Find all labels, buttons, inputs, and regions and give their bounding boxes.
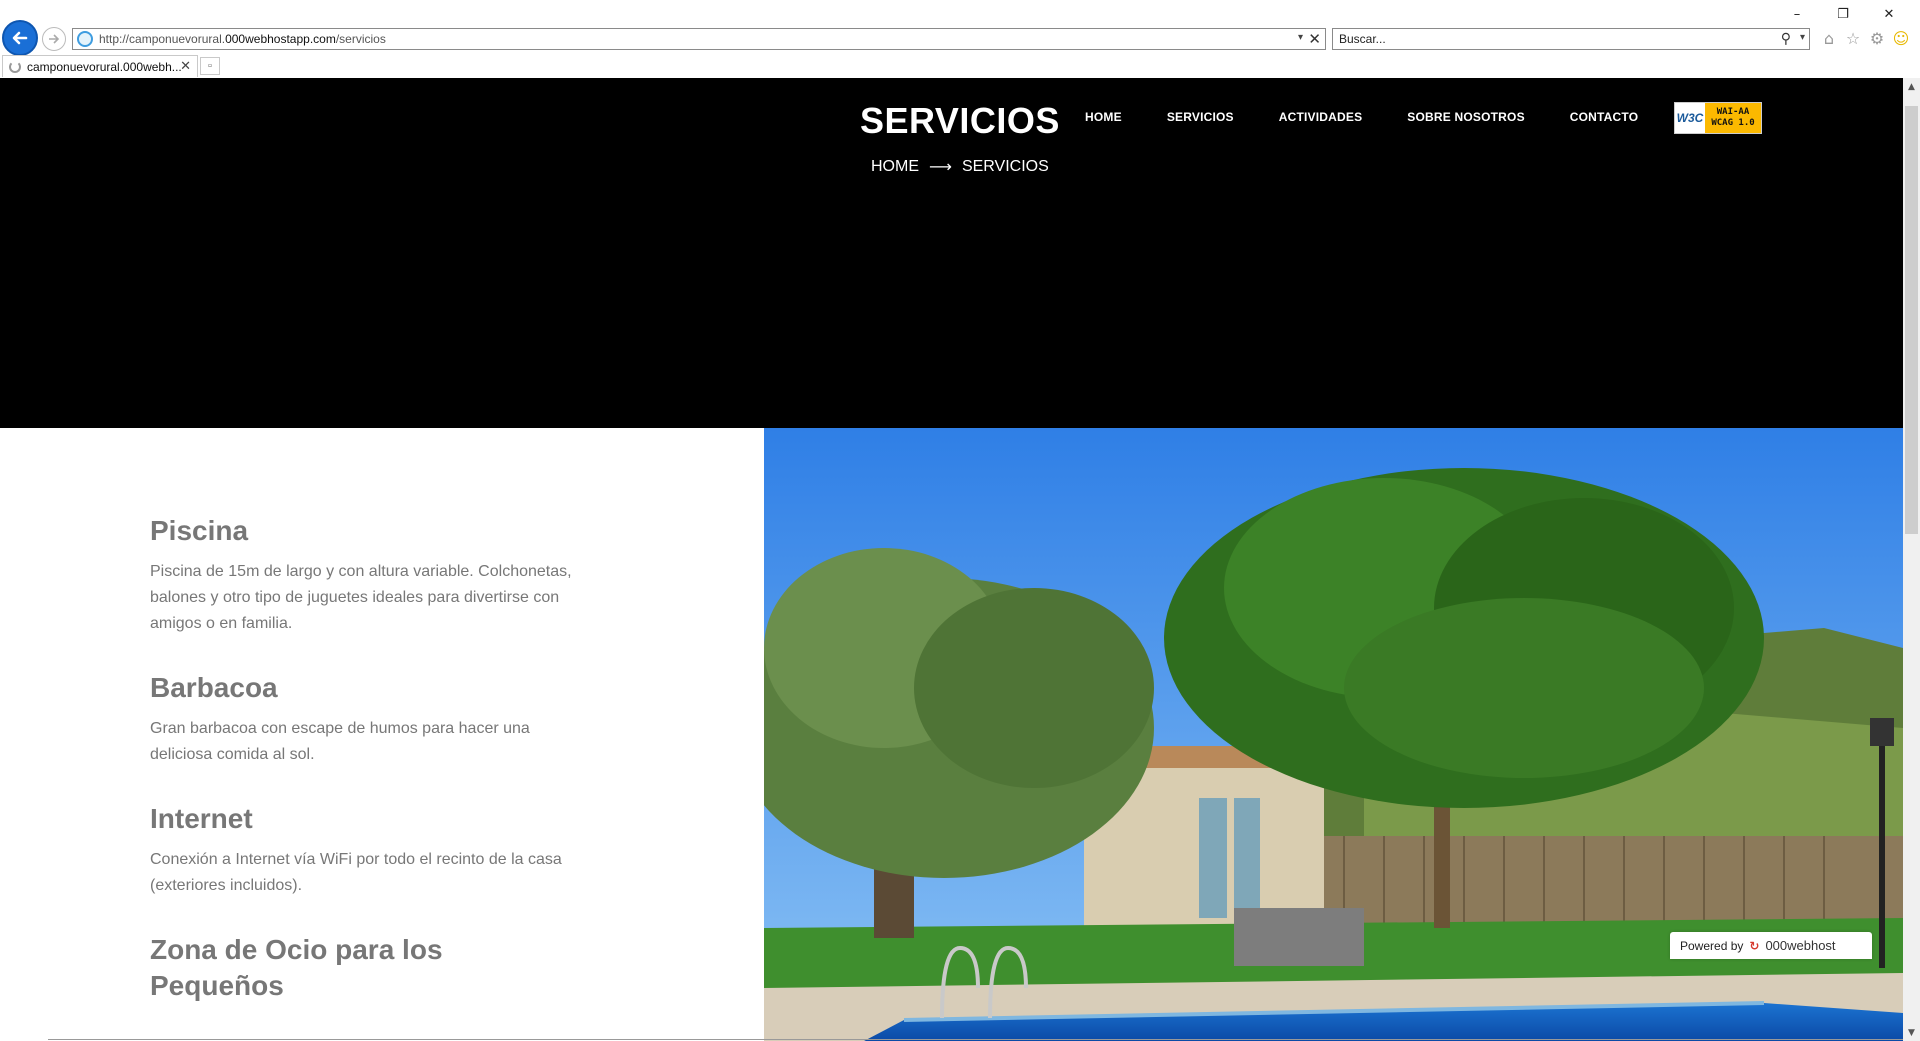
horizontal-scroll-edge bbox=[48, 1039, 1903, 1040]
arrow-right-icon: ⟶ bbox=[929, 157, 952, 176]
restore-button[interactable]: ❐ bbox=[1820, 4, 1866, 24]
powered-by-badge[interactable]: Powered by ↻ 000webhost bbox=[1670, 932, 1872, 959]
stop-icon[interactable]: ✕ bbox=[1308, 30, 1321, 48]
service-title: Barbacoa bbox=[150, 672, 278, 703]
wcag-line2: WCAG 1.0 bbox=[1711, 118, 1755, 128]
hero-header: SERVICIOS HOME ⟶ SERVICIOS HOME SERVICIO… bbox=[0, 78, 1903, 428]
scrollbar-thumb[interactable] bbox=[1905, 106, 1918, 534]
gear-icon[interactable]: ⚙ bbox=[1868, 28, 1886, 48]
service-text: Conexión a Internet vía WiFi por todo el… bbox=[150, 851, 562, 894]
back-button[interactable] bbox=[2, 20, 38, 56]
service-title: Zona de Ocio para los Pequeños bbox=[150, 934, 443, 1001]
loading-icon bbox=[9, 60, 21, 73]
browser-chrome: – ❐ ✕ http://camponuevorural.000webhosta… bbox=[0, 0, 1920, 78]
breadcrumb-home-link[interactable]: HOME bbox=[871, 158, 919, 176]
page-viewport: SERVICIOS HOME ⟶ SERVICIOS HOME SERVICIO… bbox=[0, 78, 1903, 1041]
search-icon[interactable]: ⚲ bbox=[1781, 30, 1791, 47]
search-dropdown-icon[interactable]: ▾ bbox=[1800, 32, 1805, 43]
window-controls: – ❐ ✕ bbox=[1774, 4, 1912, 24]
nav-home[interactable]: HOME bbox=[1085, 110, 1122, 124]
w3c-wai-aa-badge[interactable]: W3C WAI-AA WCAG 1.0 bbox=[1674, 102, 1762, 134]
new-tab-icon: ▫ bbox=[208, 60, 212, 72]
star-icon[interactable]: ☆ bbox=[1844, 28, 1862, 48]
nav-sobre-nosotros[interactable]: SOBRE NOSOTROS bbox=[1407, 110, 1524, 124]
service-item: Zona de Ocio para los Pequeños bbox=[150, 932, 470, 1014]
smiley-icon[interactable]: ☺ bbox=[1892, 28, 1910, 48]
scroll-down-icon[interactable]: ▼ bbox=[1903, 1024, 1920, 1041]
breadcrumb-current: SERVICIOS bbox=[961, 157, 1049, 175]
vertical-scrollbar[interactable]: ▲ ▼ bbox=[1903, 78, 1920, 1041]
minimize-button[interactable]: – bbox=[1774, 4, 1820, 24]
page-title: SERVICIOS bbox=[860, 100, 1060, 141]
service-item: Piscina Piscina de 15m de largo y con al… bbox=[150, 513, 590, 637]
service-text: Gran barbacoa con escape de humos para h… bbox=[150, 720, 530, 763]
main-nav: HOME SERVICIOS ACTIVIDADES SOBRE NOSOTRO… bbox=[1085, 110, 1683, 124]
toolbar-icons: ⌂ ☆ ⚙ ☺ bbox=[1820, 28, 1910, 48]
nav-servicios[interactable]: SERVICIOS bbox=[1167, 110, 1234, 124]
search-placeholder: Buscar... bbox=[1339, 32, 1386, 46]
forward-button[interactable] bbox=[42, 27, 66, 51]
w3c-logo: W3C bbox=[1676, 111, 1704, 125]
address-dropdown-icon[interactable]: ▾ bbox=[1298, 32, 1303, 43]
wcag-label: WAI-AA WCAG 1.0 bbox=[1705, 103, 1761, 133]
000webhost-logo-icon: ↻ bbox=[1749, 938, 1760, 953]
forward-arrow-icon bbox=[49, 34, 60, 44]
new-tab-button[interactable]: ▫ bbox=[200, 57, 220, 75]
service-item: Internet Conexión a Internet vía WiFi po… bbox=[150, 801, 590, 899]
address-bar[interactable]: http://camponuevorural.000webhostapp.com… bbox=[72, 28, 1326, 50]
service-title: Piscina bbox=[150, 515, 249, 546]
service-item: Barbacoa Gran barbacoa con escape de hum… bbox=[150, 670, 590, 768]
nav-actividades[interactable]: ACTIVIDADES bbox=[1279, 110, 1363, 124]
services-list: Piscina Piscina de 15m de largo y con al… bbox=[0, 428, 764, 1041]
scroll-up-icon[interactable]: ▲ bbox=[1903, 78, 1920, 95]
service-text: Piscina de 15m de largo y con altura var… bbox=[150, 563, 572, 632]
tab-current[interactable]: camponuevorural.000webh... ✕ bbox=[2, 55, 198, 77]
back-arrow-icon bbox=[12, 31, 28, 45]
tab-title: camponuevorural.000webh... bbox=[27, 59, 182, 74]
home-icon[interactable]: ⌂ bbox=[1820, 28, 1838, 48]
wcag-line1: WAI-AA bbox=[1716, 107, 1750, 117]
ie-page-icon bbox=[77, 31, 93, 47]
powered-by-label: Powered by bbox=[1680, 938, 1744, 953]
host-brand: 000webhost bbox=[1765, 938, 1836, 953]
service-title: Internet bbox=[150, 803, 253, 834]
tab-close-icon[interactable]: ✕ bbox=[180, 58, 191, 74]
tab-bar: camponuevorural.000webh... ✕ ▫ bbox=[0, 54, 1920, 78]
search-box[interactable]: Buscar... ⚲ ▾ bbox=[1332, 28, 1810, 50]
address-url: http://camponuevorural.000webhostapp.com… bbox=[99, 32, 386, 46]
nav-contacto[interactable]: CONTACTO bbox=[1570, 110, 1639, 124]
breadcrumb: HOME ⟶ SERVICIOS bbox=[871, 157, 1049, 176]
close-window-button[interactable]: ✕ bbox=[1866, 4, 1912, 24]
